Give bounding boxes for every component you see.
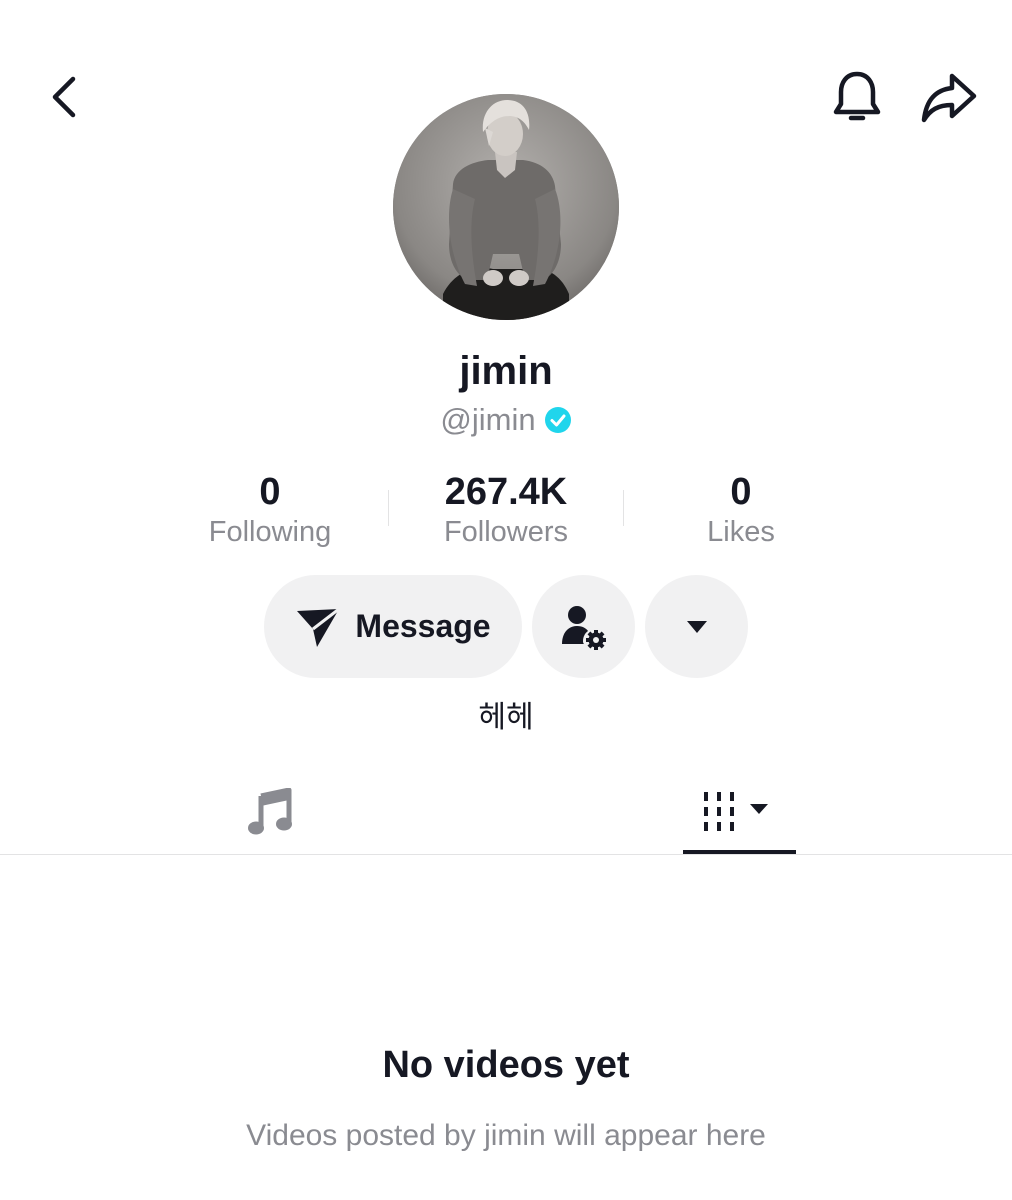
stat-divider <box>388 490 389 526</box>
avatar-photo <box>393 94 619 320</box>
share-button[interactable] <box>916 66 982 128</box>
stat-divider <box>623 490 624 526</box>
followers-count: 267.4K <box>444 471 568 513</box>
display-name: jimin <box>459 349 553 393</box>
following-count: 0 <box>259 471 281 513</box>
share-arrow-icon <box>921 73 977 123</box>
handle-row: @jimin <box>0 400 1012 440</box>
empty-state-subtitle: Videos posted by jimin will appear here <box>246 1119 766 1152</box>
grid-filter-icon <box>703 792 768 831</box>
caret-down-icon <box>686 620 707 633</box>
bio: 헤헤 <box>478 700 534 735</box>
following-label: Following <box>208 516 332 548</box>
stat-following[interactable]: 0 Following <box>160 470 380 552</box>
tab-music[interactable] <box>200 770 340 854</box>
likes-label: Likes <box>707 516 775 548</box>
avatar[interactable] <box>393 94 619 320</box>
likes-count: 0 <box>730 471 752 513</box>
bell-icon <box>833 71 881 121</box>
username-handle: @jimin <box>440 402 536 437</box>
more-options-button[interactable] <box>645 575 748 678</box>
notification-bell-button[interactable] <box>826 66 888 128</box>
verified-badge-icon <box>544 407 571 433</box>
manage-user-button[interactable] <box>532 575 635 678</box>
stat-followers[interactable]: 267.4K Followers <box>396 470 616 552</box>
message-button[interactable]: Message <box>264 575 522 678</box>
user-settings-icon <box>561 605 606 650</box>
empty-state-title: No videos yet <box>382 1044 630 1086</box>
message-button-label: Message <box>355 608 491 644</box>
chevron-left-icon <box>52 76 76 118</box>
back-button[interactable] <box>36 66 92 128</box>
followers-label: Followers <box>443 516 569 548</box>
music-note-icon <box>248 788 292 835</box>
stat-likes[interactable]: 0 Likes <box>631 470 851 552</box>
tabs-divider <box>0 854 1012 855</box>
send-icon <box>297 607 341 647</box>
tab-videos[interactable] <box>683 770 796 854</box>
